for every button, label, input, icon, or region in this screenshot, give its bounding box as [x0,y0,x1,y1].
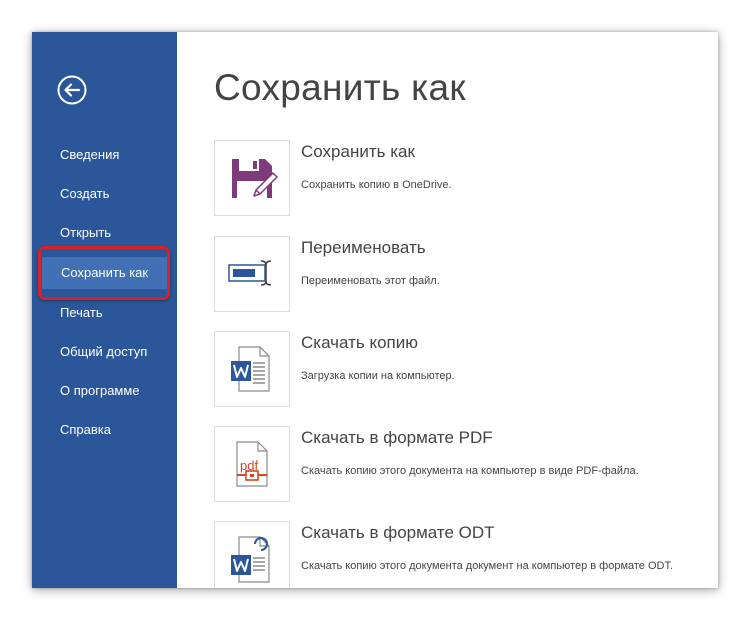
option-description: Переименовать этот файл. [301,275,440,287]
sidebar-item-info[interactable]: Сведения [32,139,177,171]
sidebar-item-new[interactable]: Создать [32,178,177,210]
option-description: Сохранить копию в OneDrive. [301,179,452,191]
option-description: Скачать копию этого документа на компьют… [301,465,639,477]
option-save-as[interactable]: Сохранить как Сохранить копию в OneDrive… [214,140,714,216]
backstage-sidebar: Сведения Создать Открыть Сохранить как П… [32,32,177,588]
app-window: Сведения Создать Открыть Сохранить как П… [32,32,718,588]
backstage-content: Сохранить как Сохранить как Сохранить ко… [177,32,718,588]
sidebar-item-about[interactable]: О программе [32,375,177,407]
back-button[interactable] [56,74,88,106]
option-description: Загрузка копии на компьютер. [301,370,455,382]
sidebar-item-help[interactable]: Справка [32,414,177,446]
option-icon-box [214,140,290,216]
pdf-document-icon: pdf [236,441,268,487]
word-document-icon [231,346,270,392]
option-download-copy[interactable]: Скачать копию Загрузка копии на компьюте… [214,331,714,407]
option-icon-box [214,236,290,312]
page-title: Сохранить как [214,67,466,108]
option-title: Скачать копию [301,333,419,352]
sidebar-item-print[interactable]: Печать [32,297,177,329]
sidebar-item-save-as[interactable]: Сохранить как [42,257,167,289]
option-download-odt[interactable]: Скачать в формате ODT Скачать копию этог… [214,521,714,588]
option-title: Скачать в формате ODT [301,523,495,542]
word-odt-document-icon [231,536,270,583]
option-title: Переименовать [301,238,426,257]
sidebar-item-share[interactable]: Общий доступ [32,336,177,368]
back-arrow-icon [57,75,87,105]
option-title: Сохранить как [301,142,415,161]
save-as-floppy-icon [232,159,278,198]
option-icon-box [214,331,290,407]
rename-icon [228,260,272,286]
option-description: Скачать копию этого документа документ н… [301,560,674,572]
option-title: Скачать в формате PDF [301,428,493,447]
option-icon-box [214,521,290,588]
option-icon-box: pdf [214,426,290,502]
option-rename[interactable]: Переименовать Переименовать этот файл. [214,236,714,312]
sidebar-item-open[interactable]: Открыть [32,217,177,249]
option-download-pdf[interactable]: pdf Скачать в формате PDF Скачать копию … [214,426,714,502]
